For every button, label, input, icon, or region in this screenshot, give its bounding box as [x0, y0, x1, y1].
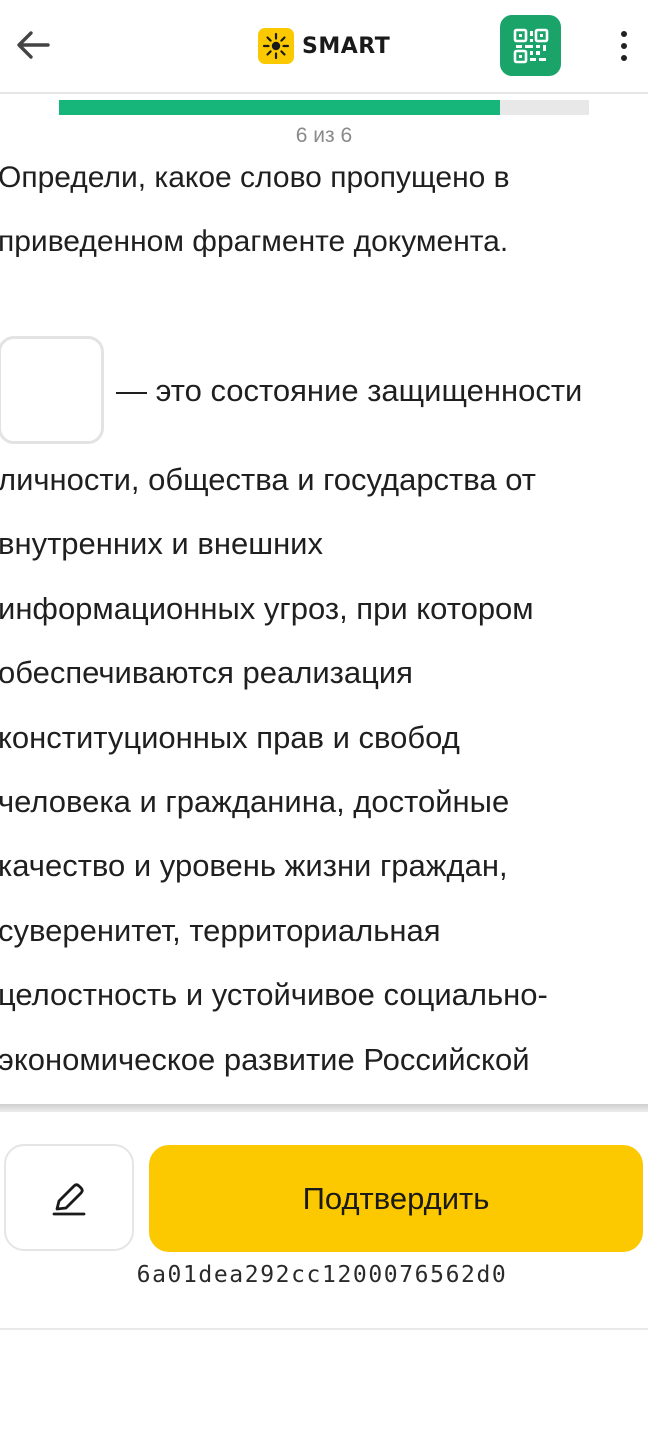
edit-button[interactable] — [4, 1144, 134, 1251]
passage-line: экономическое развитие Российской — [0, 1041, 530, 1077]
passage-line: человека и гражданина, достойные — [0, 784, 510, 820]
session-hash: 6a01dea292cc1200076562d0 — [136, 1262, 508, 1288]
fill-in-row: — это состояние защищенности — [0, 336, 648, 448]
passage-text: личности, общества и государства от внут… — [0, 448, 638, 1092]
more-menu-button[interactable] — [604, 24, 644, 68]
confirm-button[interactable]: Подтвердить — [149, 1145, 643, 1252]
app-header: SMART — [0, 0, 648, 94]
passage-line: конституционных прав и свобод — [0, 719, 460, 755]
answer-blank-slot[interactable] — [0, 336, 104, 444]
brand-logo: SMART — [258, 28, 390, 64]
passage-line: целостность и устойчивое социально- — [0, 977, 548, 1013]
more-vertical-icon — [621, 31, 627, 37]
question-prompt-line: приведенном фрагменте документа. — [0, 225, 509, 258]
passage-line: качество и уровень жизни граждан, — [0, 848, 508, 884]
arrow-left-icon — [17, 31, 50, 59]
progress-bar — [59, 100, 589, 115]
brand-name: SMART — [302, 33, 391, 59]
progress-fill — [59, 100, 501, 115]
quiz-screen: SMART 6 из 6 Определи, какое слово пропу… — [0, 0, 648, 1450]
sun-icon — [258, 28, 294, 64]
question-prompt: Определи, какое слово пропущено в привед… — [0, 146, 638, 274]
passage-line: личности, общества и государства от — [0, 462, 536, 497]
question-prompt-line: Определи, какое слово пропущено в — [0, 161, 510, 194]
passage-line: обеспечиваются реализация — [0, 655, 413, 691]
passage-line: суверенитет, территориальная — [0, 912, 441, 948]
qr-code-button[interactable] — [500, 15, 561, 76]
action-footer: Подтвердить 6a01dea292cc1200076562d0 — [0, 1112, 648, 1330]
progress-label: 6 из 6 — [295, 124, 353, 147]
passage-line: информационных угроз, при котором — [0, 590, 534, 626]
qr-code-icon — [513, 28, 548, 63]
passage-line: внутренних и внешних — [0, 526, 324, 562]
passage-first-line: — это состояние защищенности — [116, 373, 583, 408]
pencil-icon — [52, 1182, 86, 1215]
back-button[interactable] — [10, 22, 56, 68]
